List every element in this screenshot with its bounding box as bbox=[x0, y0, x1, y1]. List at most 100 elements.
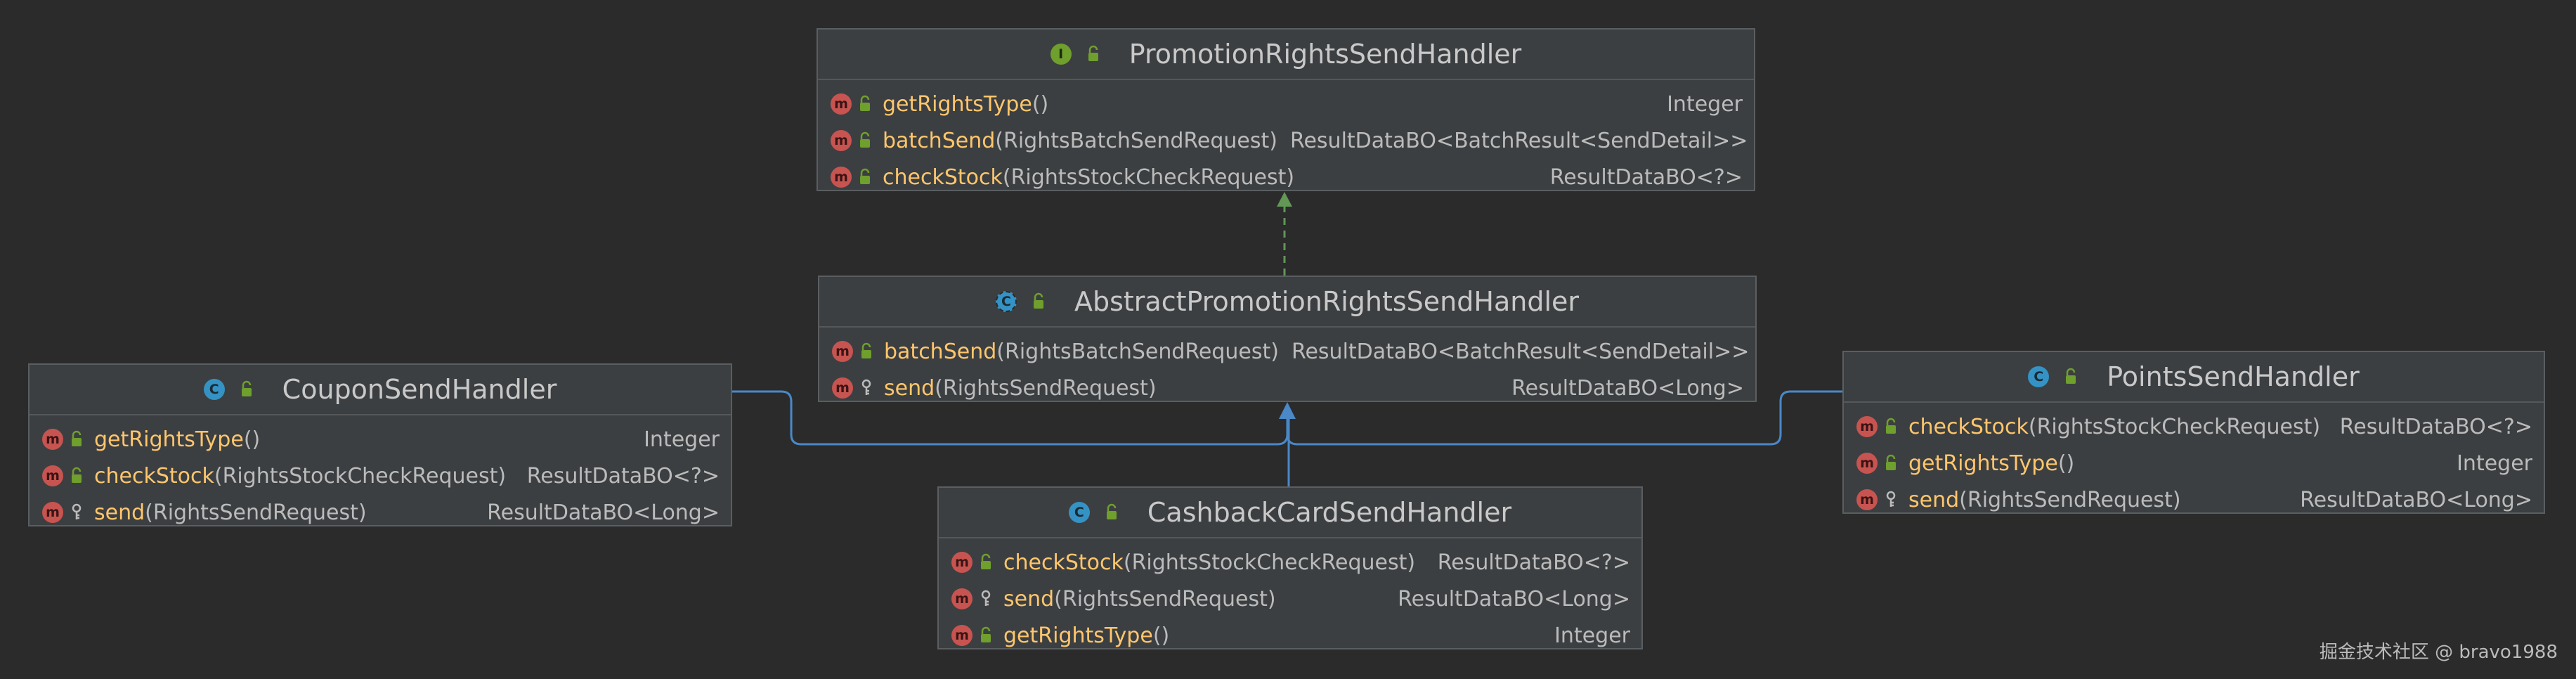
method-row[interactable]: m getRightsType () Integer bbox=[1844, 445, 2544, 481]
method-name: batchSend bbox=[884, 339, 997, 364]
method-icon: m bbox=[1856, 416, 1878, 437]
method-icon: m bbox=[42, 429, 63, 450]
public-lock-icon bbox=[859, 342, 874, 361]
method-row[interactable]: m batchSend (RightsBatchSendRequest) Res… bbox=[818, 122, 1754, 159]
method-icon: m bbox=[42, 465, 63, 486]
class-header: I PromotionRightsSendHandler bbox=[818, 30, 1754, 80]
method-icon: m bbox=[1856, 489, 1878, 510]
public-lock-icon bbox=[239, 380, 254, 399]
watermark: 掘金技术社区 @ bravo1988 bbox=[2319, 642, 2558, 663]
method-name: checkStock bbox=[883, 164, 1003, 190]
method-row[interactable]: m getRightsType () Integer bbox=[30, 421, 731, 458]
method-name: send bbox=[1003, 586, 1055, 612]
method-return-type: ResultDataBO<Long> bbox=[487, 500, 720, 525]
abstract-promotion-rights-send-handler-box[interactable]: C AbstractPromotionRightsSendHandler m b… bbox=[818, 276, 1757, 402]
method-return-type: ResultDataBO<Long> bbox=[1511, 375, 1744, 401]
method-name: checkStock bbox=[1908, 414, 2029, 439]
class-name: CashbackCardSendHandler bbox=[1147, 497, 1512, 528]
method-params: (RightsStockCheckRequest) bbox=[1002, 164, 1295, 190]
method-params: () bbox=[243, 427, 261, 452]
method-icon: m bbox=[42, 502, 63, 523]
method-icon: m bbox=[832, 377, 853, 399]
method-params: (RightsSendRequest) bbox=[145, 500, 367, 525]
points-send-handler-box[interactable]: C PointsSendHandler m checkStock (Rights… bbox=[1842, 351, 2545, 514]
method-return-type: ResultDataBO<?> bbox=[526, 463, 720, 489]
method-name: checkStock bbox=[94, 463, 214, 489]
method-row[interactable]: m getRightsType () Integer bbox=[818, 86, 1754, 122]
method-params: (RightsSendRequest) bbox=[1054, 586, 1276, 612]
method-return-type: Integer bbox=[1554, 623, 1630, 648]
method-name: getRightsType bbox=[1908, 451, 2058, 476]
method-list: m batchSend (RightsBatchSendRequest) Res… bbox=[819, 328, 1755, 406]
protected-key-icon bbox=[859, 378, 874, 398]
method-row[interactable]: m getRightsType () Integer bbox=[939, 617, 1641, 654]
method-params: (RightsBatchSendRequest) bbox=[996, 339, 1279, 364]
class-icon: C bbox=[1068, 502, 1090, 523]
public-lock-icon bbox=[978, 552, 994, 572]
method-return-type: Integer bbox=[644, 427, 720, 452]
class-header: C PointsSendHandler bbox=[1844, 352, 2544, 403]
public-lock-icon bbox=[857, 94, 873, 114]
public-lock-icon bbox=[978, 626, 994, 645]
method-row[interactable]: m send (RightsSendRequest) ResultDataBO<… bbox=[30, 494, 731, 531]
class-name: PointsSendHandler bbox=[2107, 361, 2360, 392]
method-row[interactable]: m checkStock (RightsStockCheckRequest) R… bbox=[30, 458, 731, 494]
public-lock-icon bbox=[2063, 367, 2079, 387]
method-name: send bbox=[884, 375, 935, 401]
method-return-type: ResultDataBO<BatchResult<SendDetail>> bbox=[1291, 339, 1750, 364]
abstract-class-icon: C bbox=[995, 291, 1017, 312]
method-params: () bbox=[2057, 451, 2075, 476]
class-header: C CashbackCardSendHandler bbox=[939, 488, 1641, 538]
public-lock-icon bbox=[1031, 292, 1046, 311]
method-return-type: ResultDataBO<?> bbox=[2339, 414, 2532, 439]
method-name: getRightsType bbox=[883, 91, 1032, 117]
method-params: (RightsBatchSendRequest) bbox=[995, 128, 1277, 153]
promotion-rights-send-handler-box[interactable]: I PromotionRightsSendHandler m getRights… bbox=[817, 28, 1755, 191]
method-return-type: Integer bbox=[1667, 91, 1743, 117]
class-name: PromotionRightsSendHandler bbox=[1128, 39, 1522, 70]
class-name: CouponSendHandler bbox=[282, 374, 557, 405]
method-row[interactable]: m send (RightsSendRequest) ResultDataBO<… bbox=[1844, 481, 2544, 518]
method-params: () bbox=[1152, 623, 1170, 648]
method-list: m getRightsType () Integer m batchSend (… bbox=[818, 80, 1754, 195]
method-params: (RightsStockCheckRequest) bbox=[214, 463, 507, 489]
method-return-type: Integer bbox=[2457, 451, 2532, 476]
method-name: getRightsType bbox=[1003, 623, 1153, 648]
method-icon: m bbox=[831, 93, 852, 115]
public-lock-icon bbox=[1104, 503, 1119, 522]
method-row[interactable]: m checkStock (RightsStockCheckRequest) R… bbox=[1844, 408, 2544, 445]
method-row[interactable]: m checkStock (RightsStockCheckRequest) R… bbox=[939, 544, 1641, 581]
method-list: m checkStock (RightsStockCheckRequest) R… bbox=[939, 538, 1641, 654]
method-params: (RightsStockCheckRequest) bbox=[2028, 414, 2321, 439]
method-icon: m bbox=[951, 625, 972, 646]
class-icon: C bbox=[2028, 366, 2050, 387]
method-icon: m bbox=[831, 167, 852, 188]
method-return-type: ResultDataBO<?> bbox=[1437, 550, 1630, 575]
method-list: m getRightsType () Integer m checkStock … bbox=[30, 415, 731, 531]
interface-icon: I bbox=[1050, 44, 1072, 65]
cashback-card-send-handler-box[interactable]: C CashbackCardSendHandler m checkStock (… bbox=[937, 486, 1643, 649]
method-name: batchSend bbox=[883, 128, 996, 153]
method-name: getRightsType bbox=[94, 427, 244, 452]
method-name: send bbox=[1908, 487, 1960, 512]
protected-key-icon bbox=[1883, 490, 1899, 510]
class-header: C AbstractPromotionRightsSendHandler bbox=[819, 277, 1755, 328]
method-name: checkStock bbox=[1003, 550, 1124, 575]
method-icon: m bbox=[951, 588, 972, 609]
method-row[interactable]: m send (RightsSendRequest) ResultDataBO<… bbox=[939, 581, 1641, 617]
class-name: AbstractPromotionRightsSendHandler bbox=[1074, 286, 1580, 317]
method-return-type: ResultDataBO<BatchResult<SendDetail>> bbox=[1289, 128, 1748, 153]
public-lock-icon bbox=[69, 429, 84, 449]
method-icon: m bbox=[832, 341, 853, 362]
method-row[interactable]: m batchSend (RightsBatchSendRequest) Res… bbox=[819, 333, 1755, 370]
public-lock-icon bbox=[857, 167, 873, 187]
public-lock-icon bbox=[857, 131, 873, 150]
method-name: send bbox=[94, 500, 145, 525]
public-lock-icon bbox=[1883, 453, 1899, 473]
method-params: (RightsStockCheckRequest) bbox=[1123, 550, 1416, 575]
method-row[interactable]: m checkStock (RightsStockCheckRequest) R… bbox=[818, 159, 1754, 195]
coupon-send-handler-box[interactable]: C CouponSendHandler m getRightsType () I… bbox=[28, 363, 732, 526]
class-icon: C bbox=[203, 379, 225, 400]
protected-key-icon bbox=[69, 503, 84, 522]
method-row[interactable]: m send (RightsSendRequest) ResultDataBO<… bbox=[819, 370, 1755, 406]
